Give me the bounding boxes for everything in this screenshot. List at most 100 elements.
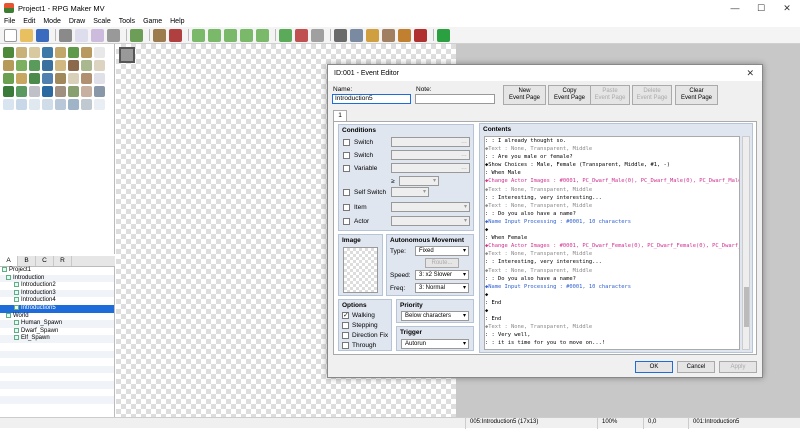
zoom-in-icon[interactable] <box>279 28 292 42</box>
tile[interactable] <box>3 60 14 71</box>
tree-item-map[interactable]: Introduction <box>0 274 114 283</box>
resource-manager-icon[interactable] <box>398 28 411 42</box>
command-line[interactable]: : : Interesting, very interesting... <box>485 258 739 266</box>
tile[interactable] <box>3 73 14 84</box>
open-project-icon[interactable] <box>20 28 33 42</box>
tile[interactable] <box>68 60 79 71</box>
menu-tools[interactable]: Tools <box>115 18 139 25</box>
ellipse-icon[interactable] <box>224 28 237 42</box>
tab-c[interactable]: C <box>36 256 54 266</box>
tab-b[interactable]: B <box>18 256 36 266</box>
command-line[interactable]: ◆Text : None, Transparent, Middle <box>485 202 739 210</box>
tile[interactable] <box>3 86 14 97</box>
command-line[interactable]: : When Female <box>485 234 739 242</box>
command-line[interactable]: : : Very well, <box>485 331 739 339</box>
switch1-checkbox[interactable] <box>343 139 350 146</box>
tree-item-project[interactable]: Project1 <box>0 267 114 275</box>
save-project-icon[interactable] <box>36 28 49 42</box>
command-line[interactable]: ◆Name Input Processing : #0001, 10 chara… <box>485 218 739 226</box>
tile[interactable] <box>42 99 53 110</box>
event-image-preview[interactable] <box>343 247 378 293</box>
tile[interactable] <box>94 99 105 110</box>
clear-event-page-button[interactable]: Clear Event Page <box>675 85 718 105</box>
menu-mode[interactable]: Mode <box>39 18 65 25</box>
movement-freq-select[interactable]: 3: Normal <box>415 283 469 293</box>
command-line[interactable]: : End <box>485 315 739 323</box>
tile[interactable] <box>81 60 92 71</box>
tile[interactable] <box>94 73 105 84</box>
tile[interactable] <box>68 99 79 110</box>
tileset-palette[interactable] <box>0 44 115 254</box>
zoom-out-icon[interactable] <box>295 28 308 42</box>
tile[interactable] <box>29 73 40 84</box>
command-line[interactable]: ◆Text : None, Transparent, Middle <box>485 145 739 153</box>
command-line[interactable]: ◆Text : None, Transparent, Middle <box>485 323 739 331</box>
tile[interactable] <box>16 73 27 84</box>
name-input[interactable]: Introduction5 <box>332 94 411 104</box>
self-switch-checkbox[interactable] <box>343 189 350 196</box>
rectangle-icon[interactable] <box>208 28 221 42</box>
tree-item-map[interactable]: Introduction3 <box>0 289 114 298</box>
paste-icon[interactable] <box>91 28 104 42</box>
new-project-icon[interactable] <box>4 28 17 42</box>
command-line[interactable]: ◆Text : None, Transparent, Middle <box>485 267 739 275</box>
menu-draw[interactable]: Draw <box>65 18 89 25</box>
scrollbar-thumb[interactable] <box>744 287 749 327</box>
tile[interactable] <box>29 60 40 71</box>
tile[interactable] <box>3 47 14 58</box>
command-line[interactable]: : : Interesting, very interesting... <box>485 194 739 202</box>
tile[interactable] <box>55 86 66 97</box>
menu-edit[interactable]: Edit <box>19 18 39 25</box>
tree-item-map[interactable]: World <box>0 312 114 321</box>
contents-list[interactable]: : : I already thought so. ◆Text : None, … <box>484 136 740 350</box>
delete-icon[interactable] <box>107 28 120 42</box>
command-line[interactable]: ◆Change Actor Images : #0001, PC_Dwarf_M… <box>485 177 739 185</box>
priority-select[interactable]: Below characters <box>401 311 469 321</box>
tile[interactable] <box>42 73 53 84</box>
cancel-button[interactable]: Cancel <box>677 361 715 373</box>
shadow-pen-icon[interactable] <box>256 28 269 42</box>
tile[interactable] <box>16 60 27 71</box>
playtest-icon[interactable] <box>437 28 450 42</box>
command-line[interactable]: : End <box>485 299 739 307</box>
ok-button[interactable]: OK <box>635 361 673 373</box>
tile[interactable] <box>3 99 14 110</box>
event-page-tab-1[interactable]: 1 <box>333 110 347 121</box>
command-line[interactable]: : : Are you male or female? <box>485 153 739 161</box>
command-line[interactable]: ◆Text : None, Transparent, Middle <box>485 186 739 194</box>
tile[interactable] <box>81 99 92 110</box>
tile[interactable] <box>42 60 53 71</box>
maximize-button[interactable]: ☐ <box>748 3 774 14</box>
switch2-checkbox[interactable] <box>343 152 350 159</box>
variable-checkbox[interactable] <box>343 165 350 172</box>
movement-speed-select[interactable]: 3: x2 Slower <box>415 270 469 280</box>
tree-item-map[interactable]: Human_Spawn <box>0 320 114 328</box>
tile[interactable] <box>29 47 40 58</box>
command-line[interactable]: ◆ <box>485 307 739 315</box>
copy-event-page-button[interactable]: Copy Event Page <box>548 85 591 105</box>
tree-item-map[interactable]: Introduction2 <box>0 282 114 290</box>
tile[interactable] <box>94 60 105 71</box>
close-window-button[interactable]: ✕ <box>774 3 800 14</box>
tile[interactable] <box>94 86 105 97</box>
item-checkbox[interactable] <box>343 204 350 211</box>
command-line[interactable]: : : Do you also have a name? <box>485 210 739 218</box>
tile[interactable] <box>42 47 53 58</box>
event-searcher-icon[interactable] <box>382 28 395 42</box>
tile[interactable] <box>94 47 105 58</box>
dialog-close-icon[interactable]: ✕ <box>746 68 754 79</box>
tile[interactable] <box>68 73 79 84</box>
tile[interactable] <box>81 86 92 97</box>
command-line[interactable]: ◆Text : None, Transparent, Middle <box>485 250 739 258</box>
tile[interactable] <box>55 60 66 71</box>
actor-checkbox[interactable] <box>343 218 350 225</box>
route-button[interactable]: Route... <box>425 258 459 268</box>
tile[interactable] <box>16 47 27 58</box>
event-mode-icon[interactable] <box>169 28 182 42</box>
tile[interactable] <box>16 86 27 97</box>
command-line[interactable]: ◆ <box>485 226 739 234</box>
sound-test-icon[interactable] <box>366 28 379 42</box>
tile[interactable] <box>81 47 92 58</box>
tree-item-map[interactable]: Elf_Spawn <box>0 335 114 343</box>
apply-button[interactable]: Apply <box>719 361 757 373</box>
